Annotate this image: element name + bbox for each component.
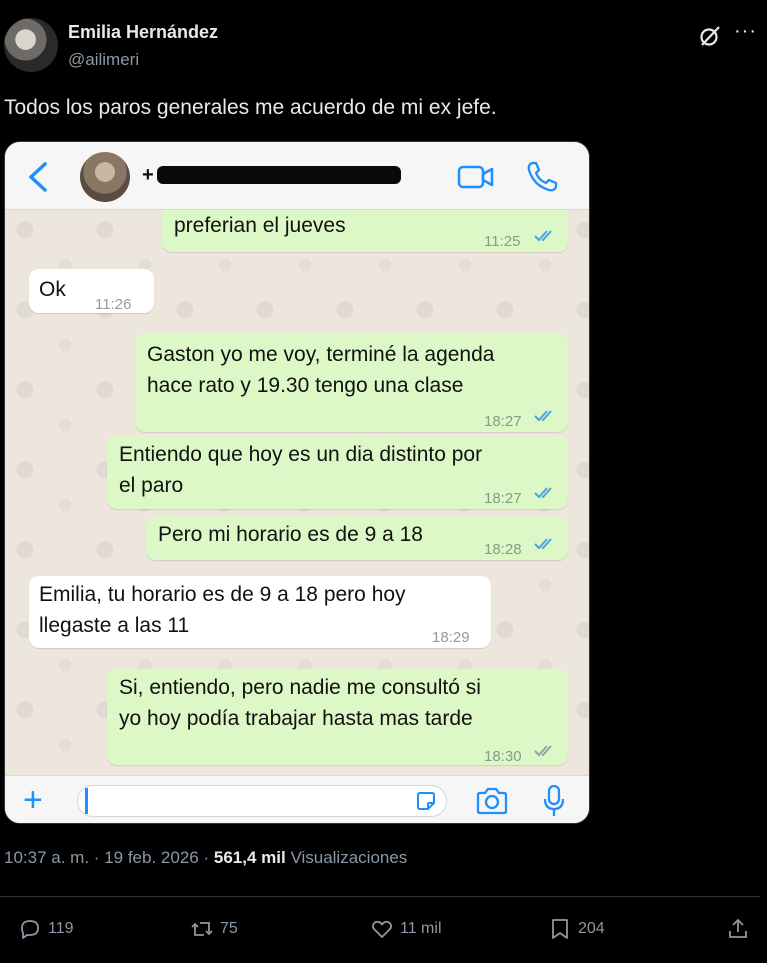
contact-number-prefix: + (142, 164, 154, 186)
like-count: 11 mil (400, 920, 442, 937)
sticker-icon (417, 792, 435, 810)
read-ticks-icon (534, 538, 552, 550)
retweet-button[interactable]: 75 (190, 914, 238, 944)
message-text: preferian el jueves (174, 214, 346, 237)
message-text: Ok (39, 278, 66, 301)
message-time: 18:30 (484, 748, 522, 765)
message-bubble-outgoing: Pero mi horario es de 9 a 18 18:28 (146, 516, 568, 560)
message-bubble-incoming: Emilia, tu horario es de 9 a 18 pero hoy… (29, 576, 491, 648)
message-time: 11:26 (95, 296, 132, 313)
message-bubble-outgoing: Gaston yo me voy, terminé la agenda hace… (135, 334, 568, 432)
message-bubble-outgoing: Si, entiendo, pero nadie me consultó si … (107, 669, 568, 765)
redacted-contact-number (157, 166, 401, 184)
contact-avatar (80, 152, 130, 202)
more-options-icon[interactable]: ··· (734, 20, 757, 43)
views-label: Visualizaciones (290, 848, 408, 867)
message-time: 18:27 (484, 413, 522, 430)
message-text: Pero mi horario es de 9 a 18 (158, 523, 423, 546)
share-button[interactable] (726, 914, 756, 944)
views-count: 561,4 mil (213, 848, 286, 867)
grok-icon[interactable] (698, 24, 722, 48)
camera-icon (476, 787, 508, 815)
author-avatar[interactable] (4, 18, 58, 72)
reply-count: 119 (48, 920, 74, 937)
bookmark-count: 204 (578, 920, 605, 937)
tweet-time[interactable]: 10:37 a. m. (4, 848, 89, 867)
read-ticks-icon (534, 487, 552, 499)
microphone-icon (543, 784, 565, 816)
chat-area: preferian el jueves 11:25 Ok 11:26 Gasto… (5, 210, 589, 775)
whatsapp-header: + (5, 142, 589, 210)
tweet-date[interactable]: 19 feb. 2026 (104, 848, 199, 867)
add-attachment-icon: + (23, 781, 43, 819)
video-call-icon (457, 165, 494, 189)
message-text: Gaston yo me voy, terminé la agenda hace… (147, 343, 495, 397)
tweet-header: Emilia Hernández @ailimeri ··· (0, 0, 767, 80)
reply-button[interactable]: 119 (18, 914, 74, 944)
heart-icon (372, 920, 392, 938)
message-time: 18:27 (484, 490, 522, 507)
message-time: 18:28 (484, 541, 522, 558)
text-cursor (85, 788, 88, 814)
message-text: Emilia, tu horario es de 9 a 18 pero hoy… (39, 583, 406, 637)
author-handle[interactable]: @ailimeri (68, 50, 139, 70)
bookmark-button[interactable]: 204 (548, 914, 605, 944)
tweet-text: Todos los paros generales me acuerdo de … (4, 96, 497, 119)
delivered-ticks-icon (534, 745, 552, 757)
like-button[interactable]: 11 mil (370, 914, 442, 944)
meta-separator: · (203, 848, 210, 867)
share-icon (729, 918, 747, 938)
meta-separator: · (93, 848, 100, 867)
message-text: Si, entiendo, pero nadie me consultó si … (119, 676, 481, 730)
back-chevron-icon (29, 162, 47, 192)
retweet-icon (191, 922, 213, 936)
message-bubble-outgoing: Entiendo que hoy es un dia distinto por … (107, 435, 568, 509)
read-ticks-icon (534, 230, 552, 242)
read-ticks-icon (534, 410, 552, 422)
divider (0, 896, 760, 897)
message-time: 11:25 (484, 233, 521, 250)
author-name[interactable]: Emilia Hernández (68, 22, 218, 43)
bookmark-icon (552, 919, 568, 939)
tweet-meta: 10:37 a. m. · 19 feb. 2026 · 561,4 mil V… (4, 848, 407, 868)
message-text: Entiendo que hoy es un dia distinto por … (119, 443, 483, 497)
retweet-count: 75 (220, 920, 238, 937)
whatsapp-compose-bar: + (5, 775, 589, 823)
reply-icon (21, 920, 39, 939)
message-bubble-incoming: Ok 11:26 (29, 269, 154, 313)
message-bubble-outgoing: preferian el jueves 11:25 (162, 210, 568, 252)
phone-call-icon (527, 161, 558, 192)
message-time: 18:29 (432, 629, 470, 646)
attached-screenshot[interactable]: + preferian el jueves 11:25 Ok 11:26 Gas… (4, 141, 590, 824)
message-input (77, 785, 447, 817)
